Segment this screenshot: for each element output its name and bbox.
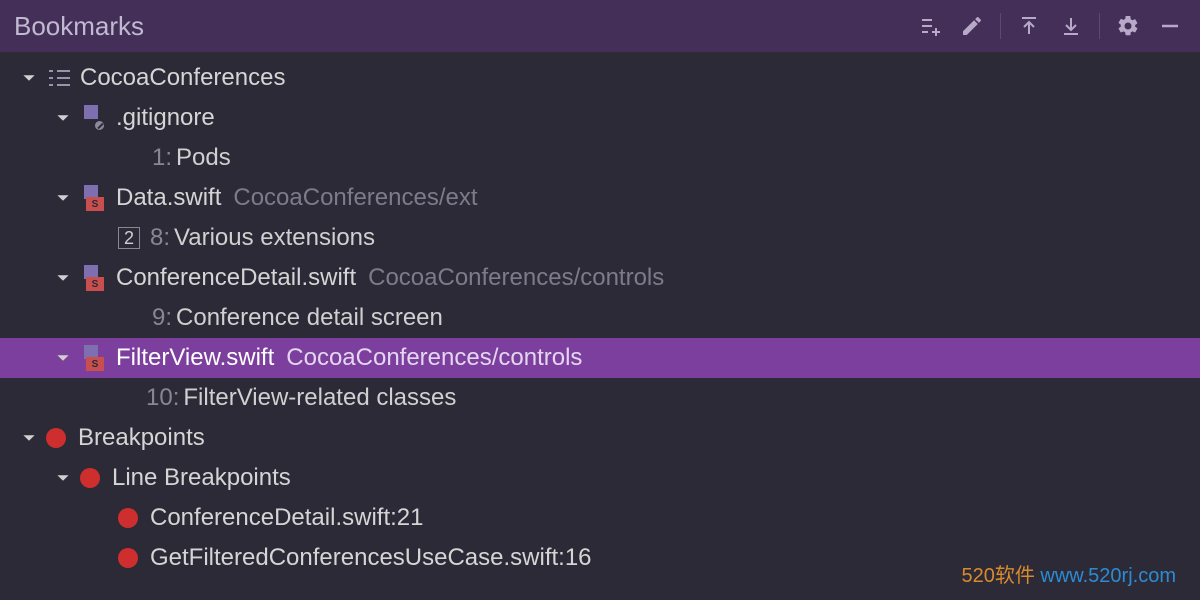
project-node[interactable]: CocoaConferences — [0, 58, 1200, 98]
bookmark-desc: Conference detail screen — [176, 304, 443, 332]
breakpoint-icon — [118, 508, 138, 528]
file-node-data[interactable]: S Data.swift CocoaConferences/ext — [0, 178, 1200, 218]
bookmark-line: 8: — [150, 224, 170, 252]
file-path: CocoaConferences/controls — [286, 344, 582, 372]
file-name: .gitignore — [116, 104, 215, 132]
settings-icon[interactable] — [1110, 8, 1146, 44]
project-label: CocoaConferences — [80, 64, 285, 92]
line-breakpoints-node[interactable]: Line Breakpoints — [0, 458, 1200, 498]
file-path: CocoaConferences/ext — [233, 184, 477, 212]
file-path: CocoaConferences/controls — [368, 264, 664, 292]
breakpoint-item[interactable]: ConferenceDetail.swift:21 — [0, 498, 1200, 538]
panel-header: Bookmarks — [0, 0, 1200, 52]
breakpoint-icon — [46, 428, 66, 448]
file-node-conference-detail[interactable]: S ConferenceDetail.swift CocoaConference… — [0, 258, 1200, 298]
bookmark-line: 10: — [146, 384, 179, 412]
separator — [1000, 13, 1001, 39]
watermark: 520软件 www.520rj.com — [961, 559, 1176, 588]
bookmark-item[interactable]: 2 8: Various extensions — [0, 218, 1200, 258]
header-actions — [912, 8, 1188, 44]
breakpoint-location: GetFilteredConferencesUseCase.swift:16 — [150, 544, 592, 572]
breakpoint-location: ConferenceDetail.swift:21 — [150, 504, 423, 532]
bookmark-item[interactable]: 10: FilterView-related classes — [0, 378, 1200, 418]
bookmark-desc: Pods — [176, 144, 231, 172]
chevron-down-icon[interactable] — [52, 107, 74, 129]
bookmark-list-icon — [46, 67, 72, 89]
bookmark-line: 9: — [152, 304, 172, 332]
file-name: ConferenceDetail.swift — [116, 264, 356, 292]
gitignore-file-icon — [80, 105, 106, 131]
move-down-icon[interactable] — [1053, 8, 1089, 44]
chevron-down-icon[interactable] — [18, 67, 40, 89]
minimize-icon[interactable] — [1152, 8, 1188, 44]
file-name: Data.swift — [116, 184, 221, 212]
panel-title: Bookmarks — [14, 11, 144, 42]
separator — [1099, 13, 1100, 39]
edit-icon[interactable] — [954, 8, 990, 44]
breakpoints-label: Breakpoints — [78, 424, 205, 452]
file-node-filter-view[interactable]: S FilterView.swift CocoaConferences/cont… — [0, 338, 1200, 378]
file-node-gitignore[interactable]: .gitignore — [0, 98, 1200, 138]
breakpoints-node[interactable]: Breakpoints — [0, 418, 1200, 458]
line-breakpoints-label: Line Breakpoints — [112, 464, 291, 492]
bookmark-mnemonic: 2 — [118, 227, 140, 249]
breakpoint-icon — [118, 548, 138, 568]
swift-file-icon: S — [80, 345, 106, 371]
swift-file-icon: S — [80, 265, 106, 291]
chevron-down-icon[interactable] — [52, 347, 74, 369]
bookmark-item[interactable]: 9: Conference detail screen — [0, 298, 1200, 338]
swift-file-icon: S — [80, 185, 106, 211]
bookmark-line: 1: — [152, 144, 172, 172]
file-name: FilterView.swift — [116, 344, 274, 372]
chevron-down-icon[interactable] — [18, 427, 40, 449]
chevron-down-icon[interactable] — [52, 267, 74, 289]
bookmarks-tree: CocoaConferences .gitignore 1: Pods S Da… — [0, 52, 1200, 578]
add-list-icon[interactable] — [912, 8, 948, 44]
chevron-down-icon[interactable] — [52, 187, 74, 209]
move-up-icon[interactable] — [1011, 8, 1047, 44]
bookmark-item[interactable]: 1: Pods — [0, 138, 1200, 178]
bookmark-desc: Various extensions — [174, 224, 375, 252]
bookmark-desc: FilterView-related classes — [183, 384, 456, 412]
chevron-down-icon[interactable] — [52, 467, 74, 489]
breakpoint-icon — [80, 468, 100, 488]
